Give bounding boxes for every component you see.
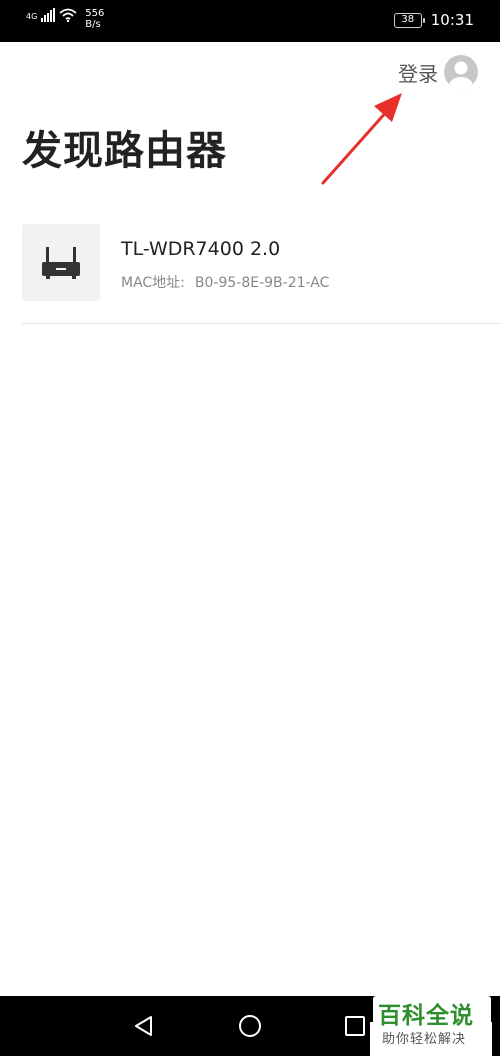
annotation-arrow-icon: [321, 93, 402, 185]
device-name: TL-WDR7400 2.0: [121, 238, 281, 260]
watermark-subtitle: 助你轻松解决: [382, 1032, 467, 1047]
device-mac: MAC地址: B0-95-8E-9B-21-AC: [121, 272, 339, 292]
mac-value: B0-95-8E-9B-21-AC: [194, 275, 330, 291]
recents-square-icon[interactable]: [344, 1015, 366, 1037]
back-triangle-icon[interactable]: [133, 1015, 155, 1037]
home-circle-icon[interactable]: [238, 1014, 262, 1038]
mac-label: MAC地址:: [121, 275, 185, 291]
device-list-item[interactable]: TL-WDR7400 2.0 MAC地址: B0-95-8E-9B-21-AC: [22, 224, 500, 324]
router-icon: [42, 247, 80, 279]
watermark-title: 百科全说: [378, 1003, 474, 1029]
router-icon-box: [22, 224, 100, 301]
